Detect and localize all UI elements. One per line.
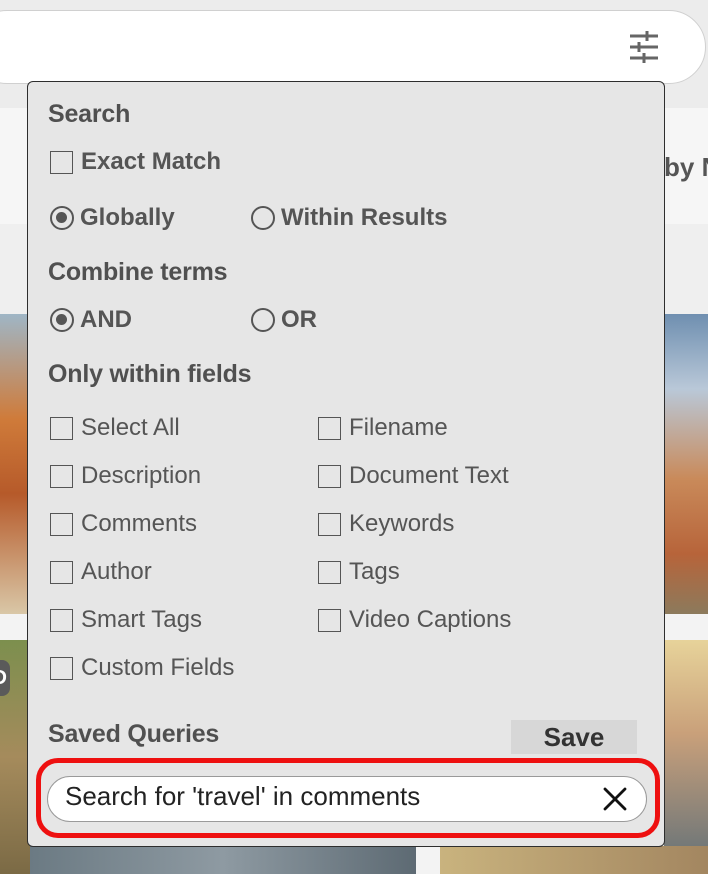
combine-and-label: AND bbox=[80, 306, 132, 333]
checkbox-box[interactable] bbox=[318, 512, 341, 536]
checkbox-box[interactable] bbox=[50, 656, 73, 680]
photo-thumbnail[interactable] bbox=[664, 314, 708, 614]
photo-thumbnail[interactable] bbox=[664, 640, 708, 874]
sort-label-fragment[interactable]: by N bbox=[664, 152, 708, 183]
search-heading: Search bbox=[48, 100, 131, 128]
field-smart-tags-checkbox[interactable]: Smart Tags bbox=[50, 604, 202, 636]
radio-unselected[interactable] bbox=[251, 206, 275, 230]
field-document-text-checkbox[interactable]: Document Text bbox=[318, 460, 509, 492]
search-options-panel: Search Exact Match Globally Within Resul… bbox=[27, 81, 665, 847]
fields-heading: Only within fields bbox=[48, 360, 252, 388]
photo-thumbnail[interactable] bbox=[440, 846, 708, 874]
field-label: Smart Tags bbox=[81, 606, 202, 633]
checkbox-box[interactable] bbox=[318, 464, 341, 488]
scope-within-results-radio[interactable]: Within Results bbox=[251, 202, 447, 234]
close-icon[interactable] bbox=[600, 784, 630, 814]
sliders-icon[interactable] bbox=[624, 30, 664, 64]
field-label: Description bbox=[81, 462, 202, 489]
saved-query-label: Search for 'travel' in comments bbox=[65, 781, 421, 811]
radio-unselected[interactable] bbox=[251, 308, 275, 332]
combine-or-radio[interactable]: OR bbox=[251, 304, 317, 336]
checkbox-box[interactable] bbox=[50, 464, 73, 488]
scope-globally-label: Globally bbox=[80, 204, 175, 231]
photo-thumbnail[interactable] bbox=[30, 846, 416, 874]
photo-thumbnail[interactable] bbox=[0, 314, 30, 614]
combine-and-radio[interactable]: AND bbox=[50, 304, 132, 336]
count-badge: D bbox=[0, 660, 10, 696]
field-label: Tags bbox=[349, 558, 400, 585]
exact-match-checkbox[interactable]: Exact Match bbox=[50, 146, 221, 178]
combine-or-label: OR bbox=[281, 306, 317, 333]
field-label: Select All bbox=[81, 414, 180, 441]
scope-within-results-label: Within Results bbox=[281, 204, 448, 231]
saved-queries-heading: Saved Queries bbox=[48, 720, 220, 748]
field-label: Keywords bbox=[349, 510, 455, 537]
save-button[interactable]: Save bbox=[511, 720, 637, 754]
checkbox-box[interactable] bbox=[50, 150, 73, 174]
radio-selected[interactable] bbox=[50, 308, 74, 332]
field-label: Comments bbox=[81, 510, 198, 537]
checkbox-box[interactable] bbox=[318, 416, 341, 440]
field-comments-checkbox[interactable]: Comments bbox=[50, 508, 197, 540]
checkbox-box[interactable] bbox=[50, 512, 73, 536]
combine-terms-heading: Combine terms bbox=[48, 258, 228, 286]
field-keywords-checkbox[interactable]: Keywords bbox=[318, 508, 454, 540]
search-bar[interactable] bbox=[0, 10, 706, 84]
saved-query-item[interactable]: Search for 'travel' in comments bbox=[47, 776, 647, 822]
field-description-checkbox[interactable]: Description bbox=[50, 460, 201, 492]
field-filename-checkbox[interactable]: Filename bbox=[318, 412, 448, 444]
exact-match-label: Exact Match bbox=[81, 148, 222, 175]
field-label: Video Captions bbox=[349, 606, 512, 633]
field-custom-fields-checkbox[interactable]: Custom Fields bbox=[50, 652, 234, 684]
field-label: Author bbox=[81, 558, 152, 585]
radio-selected[interactable] bbox=[50, 206, 74, 230]
checkbox-box[interactable] bbox=[318, 560, 341, 584]
field-label: Filename bbox=[349, 414, 448, 441]
checkbox-box[interactable] bbox=[318, 608, 341, 632]
checkbox-box[interactable] bbox=[50, 608, 73, 632]
field-label: Document Text bbox=[349, 462, 509, 489]
field-author-checkbox[interactable]: Author bbox=[50, 556, 152, 588]
checkbox-box[interactable] bbox=[50, 560, 73, 584]
scope-globally-radio[interactable]: Globally bbox=[50, 202, 175, 234]
field-video-captions-checkbox[interactable]: Video Captions bbox=[318, 604, 511, 636]
field-select-all-checkbox[interactable]: Select All bbox=[50, 412, 180, 444]
checkbox-box[interactable] bbox=[50, 416, 73, 440]
field-label: Custom Fields bbox=[81, 654, 235, 681]
field-tags-checkbox[interactable]: Tags bbox=[318, 556, 400, 588]
